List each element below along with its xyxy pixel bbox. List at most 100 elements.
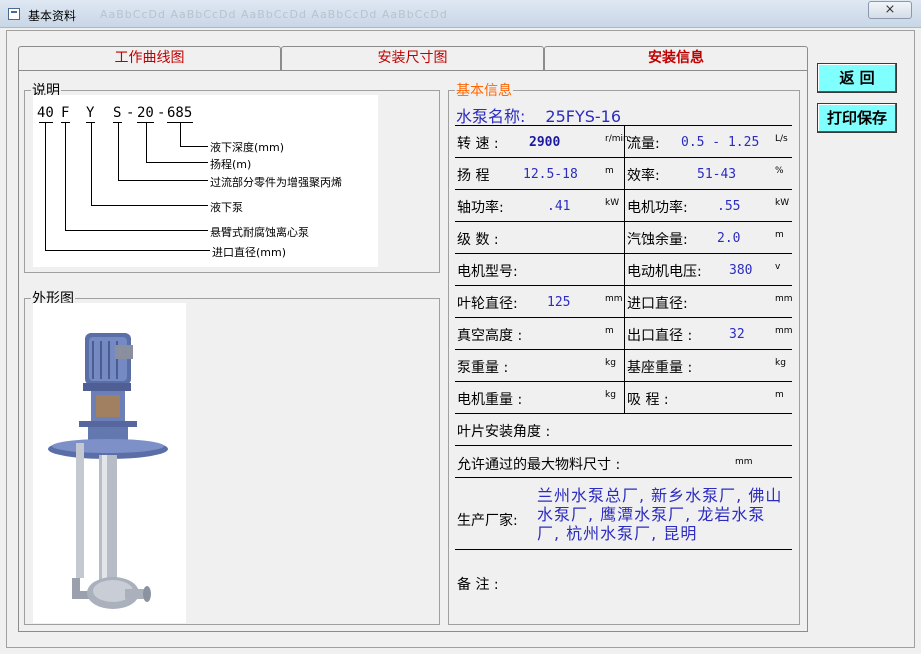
spec-cell-right: 进口直径: mm — [624, 286, 793, 317]
spec-key: 效率: — [627, 168, 660, 184]
spec-key: 吸 程 : — [627, 392, 669, 408]
spec-cell-left: 叶轮直径: 125 mm — [455, 286, 623, 317]
blade-angle-row: 叶片安装角度 : — [455, 414, 792, 446]
max-particle-label: 允许通过的最大物料尺寸 : — [457, 457, 621, 473]
remark-label: 备 注 : — [457, 577, 499, 593]
code-label: 悬臂式耐腐蚀离心泵 — [210, 226, 309, 239]
leader-line — [45, 122, 46, 250]
leader-line — [45, 250, 210, 251]
spec-key: 真空高度 : — [457, 328, 523, 344]
spec-row: 电机重量 : kg 吸 程 : m — [455, 382, 792, 414]
code-part: - — [126, 105, 135, 121]
app-icon — [8, 8, 20, 20]
code-part: Y — [86, 105, 95, 121]
code-part: F — [61, 105, 70, 121]
model-code-diagram: 40 F Y S - 20 - 685 液下深度(mm) 扬程(m) 过流部分零… — [33, 95, 378, 267]
spec-key: 电动机电压: — [627, 264, 702, 280]
spec-cell-right: 吸 程 : m — [624, 382, 792, 413]
basic-info-legend: 基本信息 — [456, 83, 512, 99]
spec-value: 2900 — [529, 135, 561, 150]
spec-row: 泵重量 : kg 基座重量 : kg — [455, 350, 792, 382]
spec-key: 级 数 : — [457, 232, 499, 248]
tab-strip: 工作曲线图 安装尺寸图 安装信息 — [18, 46, 808, 71]
spec-row: 转 速 :2900 r/min 流量: 0.5 - 1.25 L/s — [455, 126, 792, 158]
spec-unit: v — [775, 262, 781, 272]
code-label: 液下深度(mm) — [210, 141, 285, 154]
leader-line — [180, 122, 181, 146]
code-part: S — [113, 105, 122, 121]
spec-key: 转 速 : — [457, 136, 499, 152]
spec-cell-left: 转 速 :2900 r/min — [455, 126, 629, 157]
spec-key: 泵重量 : — [457, 360, 509, 376]
spec-value: 12.5-18 — [523, 167, 578, 182]
spec-value: 125 — [547, 295, 571, 310]
spec-cell-right: 流量: 0.5 - 1.25 L/s — [624, 126, 792, 157]
spec-key: 流量: — [627, 136, 660, 152]
tab-install-dimensions[interactable]: 安装尺寸图 — [281, 46, 544, 70]
spec-cell-right: 效率: 51-43% — [624, 158, 792, 189]
spec-unit: L/s — [775, 134, 788, 144]
spec-unit: m — [605, 326, 614, 336]
spec-unit: m — [775, 230, 784, 240]
spec-key: 扬 程 — [457, 168, 490, 184]
spec-cell-right: 电机功率: .55 kW — [624, 190, 792, 221]
leader-line — [65, 230, 208, 231]
leader-line — [118, 180, 208, 181]
spec-value: 0.5 - 1.25 — [681, 135, 760, 150]
spec-key: 基座重量 : — [627, 360, 693, 376]
spec-cell-right: 基座重量 : kg — [624, 350, 792, 381]
code-label: 进口直径(mm) — [212, 246, 287, 259]
window-title: 基本资料 — [28, 9, 77, 23]
spec-key: 出口直径 : — [627, 328, 693, 344]
pump-illustration — [48, 333, 168, 609]
underline — [39, 122, 53, 123]
max-particle-row: 允许通过的最大物料尺寸 : mm — [455, 446, 792, 478]
spec-cell-left: 真空高度 : m — [455, 318, 623, 349]
tab-install-info[interactable]: 安装信息 — [544, 46, 808, 71]
background-ghost-text: AaBbCcDd AaBbCcDd AaBbCcDd AaBbCcDd AaBb… — [100, 8, 448, 21]
spec-key: 进口直径: — [627, 296, 688, 312]
spec-cell-left: 扬 程 12.5-18 m — [455, 158, 623, 189]
code-label: 扬程(m) — [210, 158, 252, 171]
spec-row: 电机型号: 电动机电压: 380 v — [455, 254, 792, 286]
spec-value: .41 — [547, 199, 571, 214]
spec-unit: kg — [605, 358, 616, 368]
code-part: - — [157, 105, 166, 121]
code-label: 过流部分零件为增强聚丙烯 — [210, 176, 342, 189]
spec-value: 2.0 — [717, 231, 741, 246]
leader-line — [91, 122, 92, 205]
manufacturer-label: 生产厂家: — [457, 513, 518, 529]
leader-line — [118, 122, 119, 180]
pump-name-line: 水泵名称: 25FYS-16 — [456, 103, 621, 127]
spec-unit: mm — [775, 294, 793, 304]
spec-value: 32 — [729, 327, 745, 342]
code-part: 20 — [137, 105, 154, 121]
spec-unit: % — [775, 166, 784, 176]
code-part: 685 — [167, 105, 193, 121]
spec-unit: m — [605, 166, 614, 176]
spec-unit: mm — [605, 294, 623, 304]
spec-value: 380 — [729, 263, 753, 278]
spec-cell-right: 出口直径 : 32 mm — [624, 318, 793, 349]
spec-unit: kg — [775, 358, 786, 368]
leader-line — [146, 162, 208, 163]
close-button[interactable]: ⨯ — [868, 1, 912, 19]
spec-unit: m — [775, 390, 784, 400]
spec-key: 电机重量 : — [457, 392, 523, 408]
leader-line — [91, 205, 208, 206]
spec-value: 51-43 — [697, 167, 737, 182]
spec-row: 轴功率: .41 kW 电机功率: .55 kW — [455, 190, 792, 222]
max-particle-unit: mm — [735, 457, 753, 467]
spec-row: 扬 程 12.5-18 m 效率: 51-43% — [455, 158, 792, 190]
code-label: 液下泵 — [210, 201, 243, 214]
spec-cell-left: 电机重量 : kg — [455, 382, 623, 413]
spec-unit: kW — [775, 198, 790, 208]
spec-cell-right: 电动机电压: 380 v — [624, 254, 792, 285]
leader-line — [65, 122, 66, 230]
pump-name-label: 水泵名称: — [456, 107, 526, 126]
spec-cell-left: 轴功率: .41 kW — [455, 190, 623, 221]
title-bar: 基本资料 AaBbCcDd AaBbCcDd AaBbCcDd AaBbCcDd… — [0, 0, 921, 28]
tab-work-curve[interactable]: 工作曲线图 — [18, 46, 281, 70]
print-save-button[interactable]: 打印保存 — [817, 103, 897, 133]
back-button[interactable]: 返 回 — [817, 63, 897, 93]
